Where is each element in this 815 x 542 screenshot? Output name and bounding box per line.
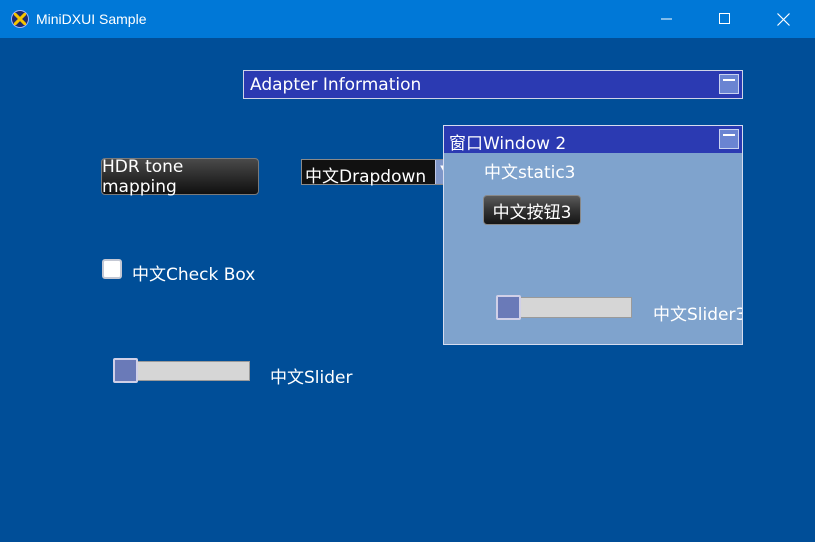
minimize-button[interactable]: [638, 0, 696, 38]
static-text-3: 中文static3: [484, 163, 576, 183]
window-2-title: 窗口Window 2: [449, 134, 567, 154]
slider3-label: 中文Slider3: [653, 305, 743, 325]
window-2[interactable]: 窗口Window 2 中文static3 中文按钮3 中文Slider3: [443, 125, 743, 345]
x-logo-icon: [11, 10, 29, 28]
hdr-tone-mapping-button[interactable]: HDR tone mapping: [101, 157, 259, 197]
adapter-minimize-button[interactable]: [719, 74, 739, 94]
window-2-header[interactable]: 窗口Window 2: [444, 126, 742, 154]
dropdown-value: 中文Drapdown: [305, 167, 427, 187]
slider-label: 中文Slider: [270, 368, 353, 388]
adapter-panel-title: Adapter Information: [250, 75, 422, 95]
close-button[interactable]: [754, 0, 812, 38]
title-bar[interactable]: MiniDXUI Sample: [0, 0, 815, 38]
check-box-label[interactable]: 中文Check Box: [132, 260, 255, 285]
minimize-icon: [661, 18, 672, 20]
button-3[interactable]: 中文按钮3: [483, 195, 581, 225]
maximize-button[interactable]: [696, 0, 754, 38]
maximize-icon: [719, 13, 730, 24]
adapter-information-panel[interactable]: Adapter Information: [243, 70, 743, 99]
slider-thumb[interactable]: [113, 358, 138, 383]
slider3-thumb[interactable]: [496, 295, 521, 320]
window-title: MiniDXUI Sample: [36, 11, 147, 27]
dropdown[interactable]: 中文Drapdown: [301, 159, 459, 187]
window-2-minimize-button[interactable]: [719, 129, 739, 149]
check-box[interactable]: [102, 259, 122, 279]
close-icon: [776, 12, 790, 26]
